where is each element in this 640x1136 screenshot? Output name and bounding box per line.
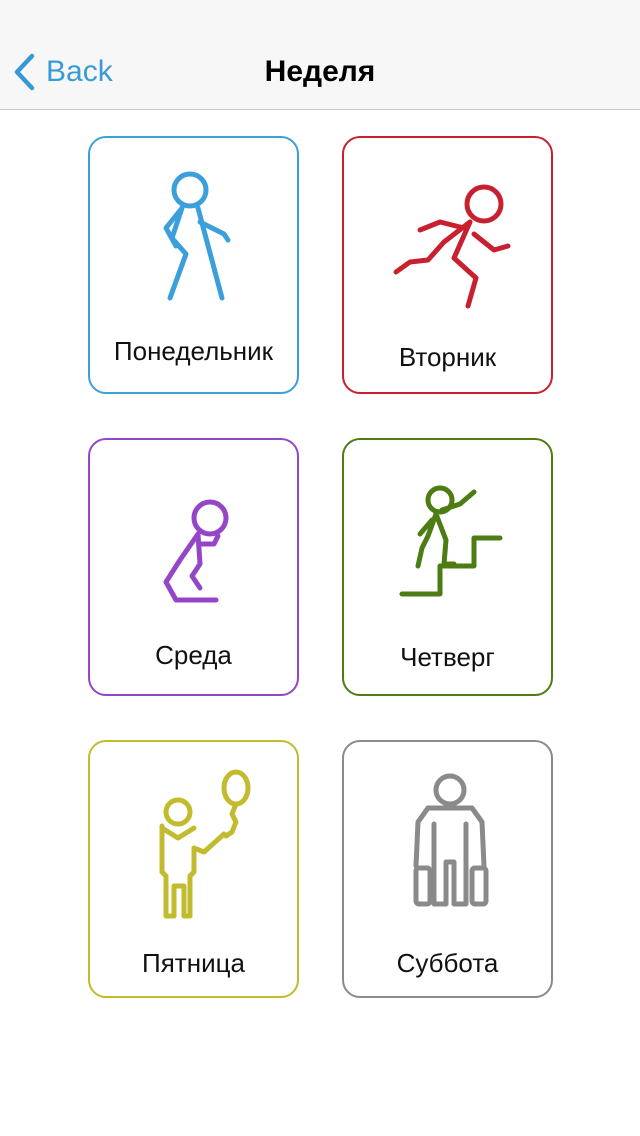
climbing-stairs-icon	[399, 485, 503, 597]
day-label: Суббота	[396, 948, 499, 978]
traveler-with-luggage-icon	[413, 773, 489, 907]
day-tile-wednesday[interactable]: Среда	[88, 438, 299, 696]
day-label: Четверг	[400, 642, 495, 672]
day-tile-friday[interactable]: Пятница	[88, 740, 299, 998]
day-tile-saturday[interactable]: Суббота	[342, 740, 553, 998]
day-tile-tuesday[interactable]: Вторник	[342, 136, 553, 394]
day-label: Понедельник	[113, 336, 274, 366]
day-tile-monday[interactable]: Понедельник	[88, 136, 299, 394]
kneeling-person-icon	[163, 499, 229, 603]
day-label: Вторник	[398, 342, 497, 372]
walking-person-icon	[163, 171, 231, 301]
navigation-bar: Back Неделя	[0, 0, 640, 110]
day-tile-thursday[interactable]: Четверг	[342, 438, 553, 696]
day-label: Пятница	[142, 948, 245, 978]
day-label: Среда	[155, 640, 232, 670]
running-person-icon	[393, 184, 511, 309]
person-with-balloon-icon	[159, 769, 251, 919]
page-title: Неделя	[264, 55, 376, 88]
